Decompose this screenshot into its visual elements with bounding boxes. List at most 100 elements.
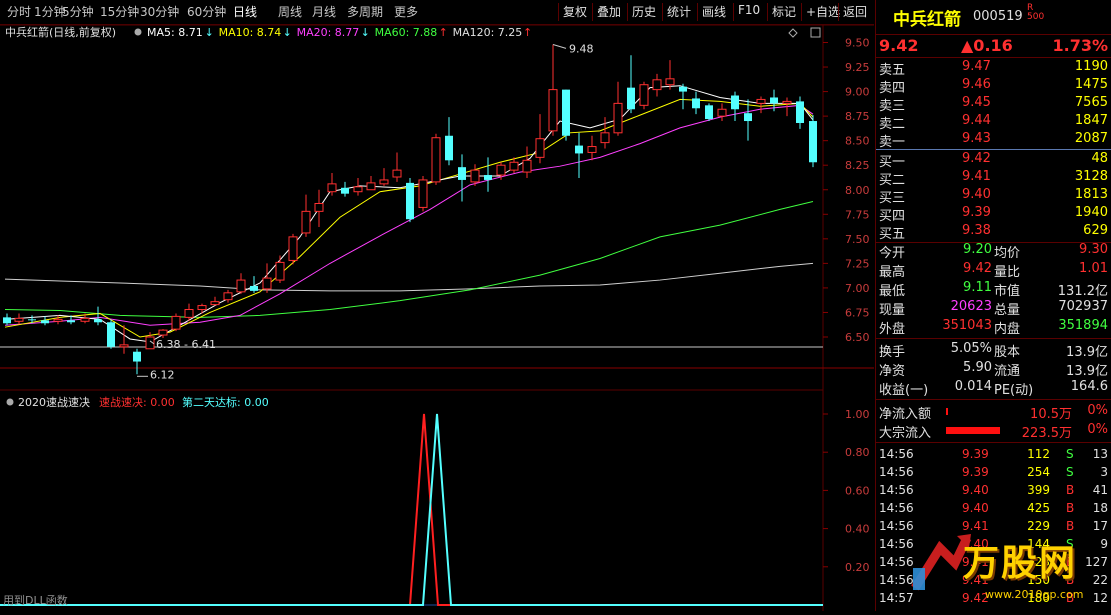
candle-body[interactable]	[744, 113, 752, 122]
period-tab-2[interactable]: 5分钟	[62, 3, 94, 20]
settings-dot-icon[interactable]	[134, 28, 142, 36]
candle-body[interactable]	[627, 87, 635, 110]
candle-body[interactable]	[796, 101, 804, 123]
candle-body[interactable]	[562, 89, 570, 136]
tick-row[interactable]: 14:56 9.39 254 S 3	[876, 463, 1111, 481]
candle-body[interactable]	[484, 175, 492, 180]
candle-body[interactable]	[731, 95, 739, 110]
candle-body[interactable]	[379, 179, 389, 185]
bid-row[interactable]: 买一 9.42 48	[876, 150, 1111, 170]
candle-body[interactable]	[80, 317, 90, 322]
candle-body[interactable]	[639, 84, 649, 106]
candle-body[interactable]	[197, 305, 207, 311]
candle-body[interactable]	[575, 145, 583, 154]
candle-body[interactable]	[184, 309, 194, 318]
candle-body[interactable]	[600, 132, 610, 144]
tick-row[interactable]: 14:56 9.40 399 B 41	[876, 481, 1111, 499]
candle-body[interactable]	[327, 183, 337, 193]
candle-body[interactable]	[418, 179, 428, 208]
candle-body[interactable]	[41, 320, 49, 324]
ask-row[interactable]: 卖四 9.46 1475	[876, 76, 1111, 96]
candle-body[interactable]	[782, 100, 792, 104]
candle-body[interactable]	[301, 210, 311, 234]
candle-body[interactable]	[236, 279, 246, 293]
period-tab-6[interactable]: 日线	[233, 3, 257, 20]
candle-body[interactable]	[470, 169, 480, 183]
toolbar-button-2[interactable]: 历史	[632, 3, 656, 20]
tick-row[interactable]: 14:56 9.41 229 B 17	[876, 517, 1111, 535]
period-tab-0[interactable]: 分时	[7, 3, 31, 20]
candle-body[interactable]	[14, 317, 24, 322]
candle-body[interactable]	[392, 169, 402, 178]
toolbar-button-8[interactable]: 返回	[843, 3, 867, 20]
candle-body[interactable]	[275, 261, 285, 281]
candle-body[interactable]	[692, 98, 700, 109]
candle-body[interactable]	[314, 202, 324, 212]
period-tab-9[interactable]: 多周期	[347, 3, 383, 20]
candle-body[interactable]	[119, 344, 129, 348]
period-tab-3[interactable]: 15分钟	[100, 3, 139, 20]
candle-body[interactable]	[94, 319, 102, 323]
candle-body[interactable]	[353, 186, 363, 193]
tick-row[interactable]: 14:56 9.39 112 S 13	[876, 445, 1111, 463]
toolbar-button-7[interactable]: +自选	[806, 3, 840, 20]
toolbar-button-3[interactable]: 统计	[667, 3, 691, 20]
bid-row[interactable]: 买四 9.39 1940	[876, 204, 1111, 224]
candle-body[interactable]	[770, 97, 778, 104]
toolbar-button-1[interactable]: 叠加	[597, 3, 621, 20]
candle-body[interactable]	[705, 105, 713, 120]
candle-body[interactable]	[107, 322, 115, 347]
candle-body[interactable]	[445, 135, 453, 161]
ask-row[interactable]: 卖三 9.45 7565	[876, 94, 1111, 114]
tick-row[interactable]: 14:56 9.40 144 S 9	[876, 535, 1111, 553]
candle-body[interactable]	[509, 161, 519, 171]
candle-body[interactable]	[809, 121, 817, 163]
period-tab-10[interactable]: 更多	[394, 3, 418, 20]
candle-body[interactable]	[53, 318, 63, 322]
stock-name[interactable]: 中兵红箭	[893, 5, 961, 30]
toolbar-button-4[interactable]: 画线	[702, 3, 726, 20]
candle-body[interactable]	[158, 329, 168, 336]
chart-svg[interactable]: 中兵红箭(日线,前复权) MA5: 8.71 ↓ MA10: 8.74 ↓ MA20: 8…	[0, 24, 874, 611]
indicator-settings-icon[interactable]	[6, 398, 14, 406]
candle-body[interactable]	[496, 164, 506, 176]
maximize-icon[interactable]	[810, 27, 821, 38]
candle-body[interactable]	[535, 138, 545, 158]
candle-body[interactable]	[587, 146, 597, 153]
candle-body[interactable]	[458, 167, 466, 180]
candle-body[interactable]	[548, 89, 558, 132]
candle-body[interactable]	[67, 320, 75, 323]
candle-body[interactable]	[431, 137, 441, 183]
ask-row[interactable]: 卖一 9.43 2087	[876, 130, 1111, 150]
toolbar-button-0[interactable]: 复权	[563, 3, 587, 20]
candle-body[interactable]	[522, 159, 532, 173]
candle-body[interactable]	[28, 319, 36, 321]
tick-row[interactable]: 14:56 9.41 123 B 127	[876, 553, 1111, 571]
candle-body[interactable]	[250, 285, 258, 291]
bid-row[interactable]: 买二 9.41 3128	[876, 168, 1111, 188]
candle-body[interactable]	[717, 108, 727, 117]
candle-body[interactable]	[288, 236, 298, 261]
toolbar-button-5[interactable]: F10	[738, 3, 760, 17]
tick-row[interactable]: 14:56 9.40 425 B 18	[876, 499, 1111, 517]
tick-row[interactable]: 14:57 9.42 180 B 12	[876, 589, 1111, 607]
bid-row[interactable]: 买五 9.38 629	[876, 222, 1111, 242]
period-tab-8[interactable]: 月线	[312, 3, 336, 20]
candle-body[interactable]	[133, 351, 141, 362]
candle-body[interactable]	[679, 86, 687, 92]
candle-body[interactable]	[262, 277, 272, 290]
bid-row[interactable]: 买三 9.40 1813	[876, 186, 1111, 206]
candle-body[interactable]	[613, 102, 623, 134]
period-tab-1[interactable]: 1分钟	[34, 3, 66, 20]
period-tab-4[interactable]: 30分钟	[140, 3, 179, 20]
candle-body[interactable]	[210, 301, 220, 306]
candle-body[interactable]	[3, 317, 11, 324]
candle-body[interactable]	[406, 182, 414, 220]
period-tab-5[interactable]: 60分钟	[187, 3, 226, 20]
candle-body[interactable]	[366, 182, 376, 191]
period-tab-7[interactable]: 周线	[278, 3, 302, 20]
candle-body[interactable]	[756, 98, 766, 104]
candle-body[interactable]	[341, 187, 349, 194]
candle-body[interactable]	[171, 315, 181, 330]
toolbar-button-6[interactable]: 标记	[772, 3, 796, 20]
